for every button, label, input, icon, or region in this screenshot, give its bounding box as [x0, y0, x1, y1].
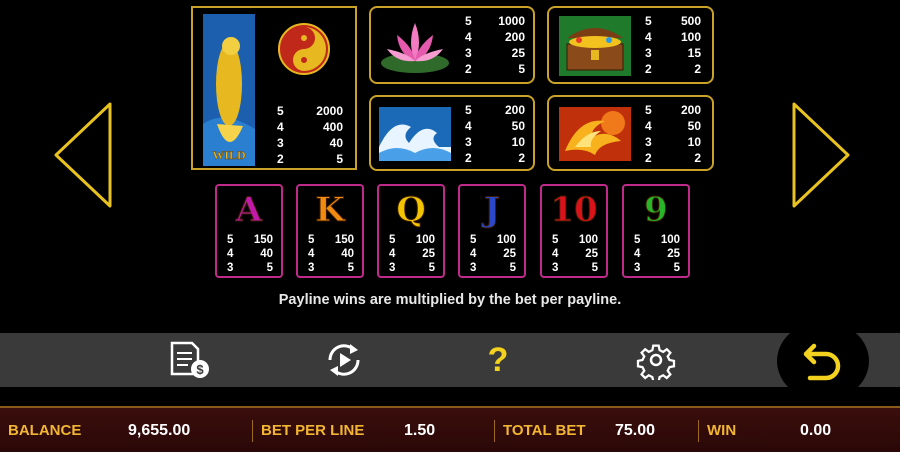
paytable-money-icon: $ — [170, 341, 209, 378]
card-letter: Q — [396, 190, 427, 231]
next-page-button[interactable] — [788, 100, 854, 210]
card-symbol-k: K 5 150 4 40 35 — [296, 184, 364, 278]
wild-symbol-panel: WILD 5 2000 4 400 3 40 25 — [191, 6, 357, 170]
gear-icon — [636, 344, 676, 380]
card-paytable: 5 100 4 25 35 — [389, 234, 435, 274]
back-button[interactable] — [777, 321, 869, 401]
total-bet-value: 75.00 — [615, 422, 656, 439]
settings-button[interactable] — [626, 333, 686, 387]
divider — [698, 420, 699, 442]
treasure-chest-icon — [559, 16, 631, 76]
chest-paytable: 5 500 4 100 3 15 22 — [645, 14, 701, 76]
chest-symbol-panel: 5 500 4 100 3 15 22 — [547, 6, 714, 84]
chevron-right-icon — [792, 102, 850, 208]
chevron-left-icon — [54, 102, 112, 208]
autoplay-button[interactable] — [314, 333, 374, 387]
card-symbol-a: A 5 150 4 40 35 — [215, 184, 283, 278]
autoplay-icon — [328, 344, 360, 376]
help-button[interactable]: ? — [468, 333, 528, 387]
card-paytable: 5 100 4 25 35 — [470, 234, 516, 274]
lotus-symbol-panel: 5 1000 4 200 3 25 25 — [369, 6, 535, 84]
balance-label: BALANCE — [8, 422, 82, 439]
card-paytable: 5 150 4 40 35 — [308, 234, 354, 274]
card-paytable: 5 100 4 25 35 — [552, 234, 598, 274]
divider — [252, 420, 253, 442]
total-bet-label: TOTAL BET — [503, 422, 586, 439]
phoenix-paytable: 5 200 4 50 3 10 22 — [645, 103, 701, 165]
card-letter: 10 — [550, 190, 598, 231]
bet-per-line-value: 1.50 — [404, 422, 436, 439]
card-paytable: 5 100 4 25 35 — [634, 234, 680, 274]
card-letter: J — [483, 190, 501, 231]
phoenix-symbol-panel: 5 200 4 50 3 10 22 — [547, 95, 714, 171]
card-letter: A — [235, 190, 263, 231]
win-value: 0.00 — [800, 422, 832, 439]
card-paytable: 5 150 4 40 35 — [227, 234, 273, 274]
payline-notice: Payline wins are multiplied by the bet p… — [278, 292, 622, 308]
card-symbol-10: 10 5 100 4 25 35 — [540, 184, 608, 278]
prev-page-button[interactable] — [50, 100, 116, 210]
lotus-icon — [381, 23, 449, 73]
koi-fish-icon: WILD — [203, 14, 255, 166]
toolbar: $ ? — [0, 333, 900, 387]
lotus-paytable: 5 1000 4 200 3 25 25 — [465, 14, 525, 76]
phoenix-icon — [559, 107, 631, 161]
win-label: WIN — [707, 422, 737, 439]
card-letter: 9 — [644, 190, 669, 231]
wave-symbol-panel: 5 200 4 50 3 10 22 — [369, 95, 535, 171]
balance-value: 9,655.00 — [128, 422, 191, 439]
svg-text:$: $ — [196, 362, 204, 377]
return-arrow-icon — [803, 343, 841, 381]
status-bar: BALANCE 9,655.00 BET PER LINE 1.50 TOTAL… — [0, 406, 900, 452]
help-icon: ? — [487, 340, 509, 379]
wild-paytable: 5 2000 4 400 3 40 25 — [277, 104, 343, 166]
wave-paytable: 5 200 4 50 3 10 22 — [465, 103, 525, 165]
card-symbol-j: J 5 100 4 25 35 — [458, 184, 526, 278]
svg-text:WILD: WILD — [212, 148, 246, 162]
divider — [494, 420, 495, 442]
card-symbol-9: 9 5 100 4 25 35 — [622, 184, 690, 278]
card-symbol-q: Q 5 100 4 25 35 — [377, 184, 445, 278]
wave-icon — [379, 107, 451, 161]
bet-per-line-label: BET PER LINE — [261, 422, 365, 439]
card-letter: K — [315, 190, 346, 231]
yin-yang-koi-icon — [278, 23, 330, 75]
paytable-button[interactable]: $ — [158, 333, 218, 387]
